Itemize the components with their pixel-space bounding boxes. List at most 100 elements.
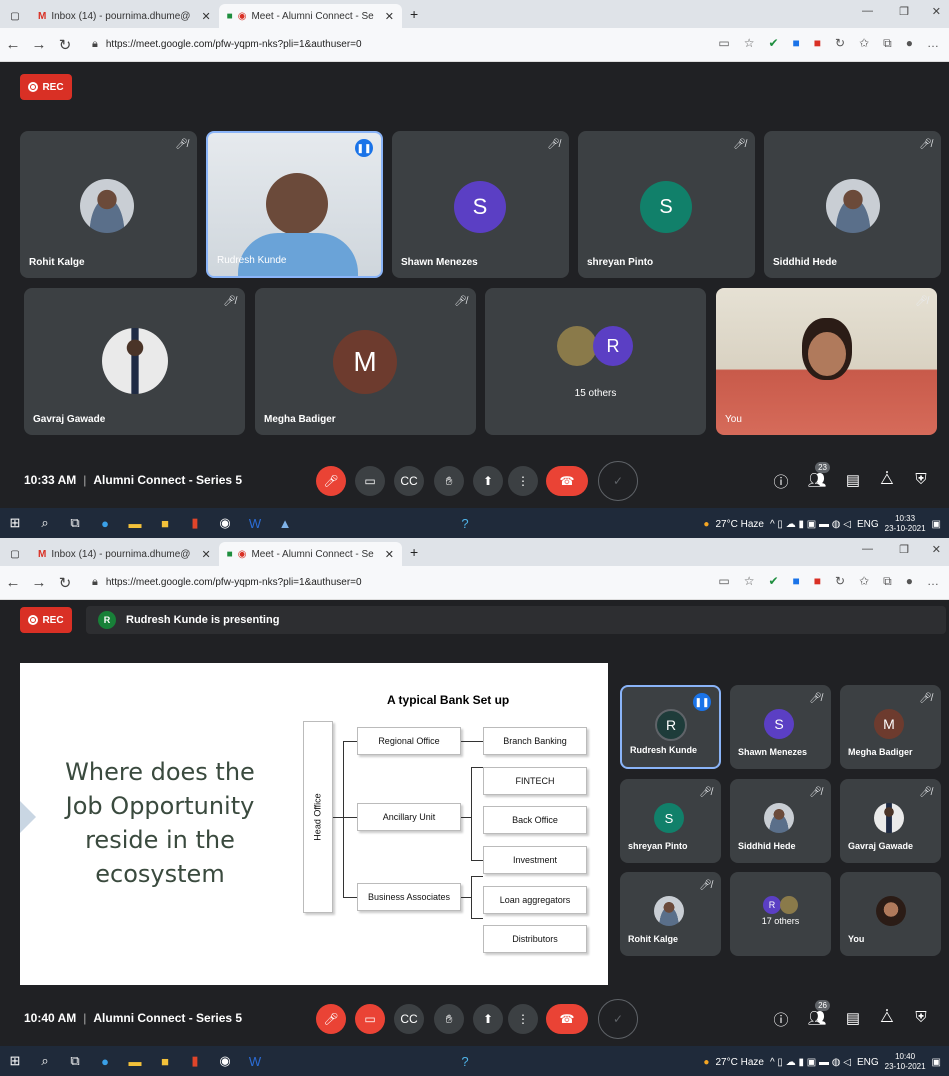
search-icon[interactable]: ⌕ bbox=[30, 1053, 60, 1069]
check-extension-icon[interactable]: ✔ bbox=[768, 36, 778, 51]
back-icon[interactable]: ← bbox=[0, 574, 26, 591]
edge-icon[interactable]: ● bbox=[90, 516, 120, 531]
chrome-icon[interactable]: ◉ bbox=[210, 515, 240, 531]
extra-button[interactable]: ✓ bbox=[598, 461, 638, 501]
profile-icon[interactable]: ● bbox=[906, 36, 913, 51]
minimize-icon[interactable]: — bbox=[862, 543, 873, 555]
close-tab-icon[interactable]: ✕ bbox=[201, 548, 210, 561]
favorite-icon[interactable]: ☆ bbox=[744, 574, 755, 589]
office-icon[interactable]: ▮ bbox=[180, 515, 210, 531]
clock[interactable]: 10:40 23-10-2021 bbox=[885, 1052, 926, 1072]
clock[interactable]: 10:33 23-10-2021 bbox=[885, 514, 926, 534]
participant-tile[interactable]: 🎤︎̸ Siddhid Hede bbox=[730, 779, 831, 863]
participant-tile[interactable]: 🎤︎̸ S shreyan Pinto bbox=[578, 131, 755, 278]
extension-icon[interactable]: ■ bbox=[814, 574, 821, 589]
people-icon[interactable]: 👥︎ 23 bbox=[806, 462, 830, 489]
camera-icon[interactable]: ▭ bbox=[718, 36, 729, 51]
participant-tile[interactable]: 🎤︎̸ Gavraj Gawade bbox=[24, 288, 245, 435]
tab-gmail[interactable]: M Inbox (14) - pournima.dhume@ ✕ bbox=[30, 542, 219, 566]
camera-button[interactable]: ▭ bbox=[355, 466, 385, 496]
tab-actions-icon[interactable]: ▢ bbox=[0, 549, 30, 560]
participant-tile[interactable]: 🎤︎̸ Rohit Kalge bbox=[620, 872, 721, 956]
tray-icons[interactable]: ^ ▯ ☁ ▮ ▣ ▬ ◍ ◁ bbox=[770, 519, 851, 530]
favorites-icon[interactable]: ✩ bbox=[859, 36, 869, 51]
file-explorer-icon[interactable]: ▬ bbox=[120, 516, 150, 531]
back-icon[interactable]: ← bbox=[0, 36, 26, 53]
task-view-icon[interactable]: ⧉ bbox=[60, 515, 90, 531]
help-icon[interactable]: ? bbox=[450, 516, 480, 531]
collections-icon[interactable]: ⧉ bbox=[883, 574, 892, 589]
participant-tile-speaking[interactable]: ❚❚ R Rudresh Kunde bbox=[620, 685, 721, 769]
camera-off-button[interactable]: ▭ bbox=[355, 1004, 385, 1034]
windows-icon[interactable]: ⊞ bbox=[0, 515, 30, 531]
profile-icon[interactable]: ● bbox=[906, 574, 913, 589]
activities-icon[interactable]: ⧊ bbox=[876, 471, 898, 488]
word-icon[interactable]: W bbox=[240, 516, 270, 531]
others-tile[interactable]: R 17 others bbox=[730, 872, 831, 956]
tab-meet[interactable]: ■ ◉ Meet - Alumni Connect - Se ✕ bbox=[218, 4, 402, 28]
sticky-notes-icon[interactable]: ■ bbox=[150, 1054, 180, 1069]
url-field[interactable]: https://meet.google.com/pfw-yqpm-nks?pli… bbox=[106, 39, 362, 50]
extension-icon[interactable]: ■ bbox=[793, 574, 800, 589]
office-icon[interactable]: ▮ bbox=[180, 1053, 210, 1069]
refresh-icon[interactable]: ↻ bbox=[52, 574, 78, 592]
help-icon[interactable]: ? bbox=[450, 1054, 480, 1069]
close-tab-icon[interactable]: ✕ bbox=[385, 548, 394, 561]
refresh-icon[interactable]: ↻ bbox=[52, 36, 78, 54]
info-icon[interactable]: ⓘ bbox=[770, 1009, 792, 1030]
participant-tile[interactable]: 🎤︎̸ S shreyan Pinto bbox=[620, 779, 721, 863]
participant-tile[interactable]: 🎤︎̸ M Megha Badiger bbox=[255, 288, 476, 435]
mic-off-button[interactable]: 🎤︎ bbox=[316, 466, 346, 496]
notifications-icon[interactable]: ▣ bbox=[932, 519, 941, 530]
leave-call-button[interactable]: ☎︎ bbox=[546, 1004, 588, 1034]
extension-icon[interactable]: ↻ bbox=[835, 574, 845, 589]
captions-button[interactable]: CC bbox=[394, 1004, 424, 1034]
captions-button[interactable]: CC bbox=[394, 466, 424, 496]
participant-tile[interactable]: 🎤︎̸ Gavraj Gawade bbox=[840, 779, 941, 863]
more-options-button[interactable]: ⋮ bbox=[508, 1004, 538, 1034]
sticky-notes-icon[interactable]: ■ bbox=[150, 516, 180, 531]
new-tab-button[interactable]: + bbox=[410, 6, 418, 22]
more-options-button[interactable]: ⋮ bbox=[508, 466, 538, 496]
present-button[interactable]: ⬆ bbox=[473, 466, 503, 496]
extra-button[interactable]: ✓ bbox=[598, 999, 638, 1039]
search-icon[interactable]: ⌕ bbox=[30, 515, 60, 531]
more-icon[interactable]: … bbox=[927, 36, 939, 51]
more-icon[interactable]: … bbox=[927, 574, 939, 589]
restore-icon[interactable]: ❐ bbox=[899, 5, 909, 18]
camera-icon[interactable]: ▭ bbox=[718, 574, 729, 589]
file-explorer-icon[interactable]: ▬ bbox=[120, 1054, 150, 1069]
tab-gmail[interactable]: M Inbox (14) - pournima.dhume@ ✕ bbox=[30, 4, 219, 28]
close-window-icon[interactable]: ✕ bbox=[932, 5, 941, 18]
favorites-icon[interactable]: ✩ bbox=[859, 574, 869, 589]
photos-icon[interactable]: ▲ bbox=[270, 516, 300, 531]
participant-tile[interactable]: 🎤︎̸ S Shawn Menezes bbox=[730, 685, 831, 769]
extension-icon[interactable]: ↻ bbox=[835, 36, 845, 51]
others-tile[interactable]: R 15 others bbox=[485, 288, 706, 435]
notifications-icon[interactable]: ▣ bbox=[932, 1057, 941, 1068]
extension-icon[interactable]: ■ bbox=[793, 36, 800, 51]
participant-tile[interactable]: 🎤︎̸ S Shawn Menezes bbox=[392, 131, 569, 278]
raise-hand-button[interactable]: ✋︎ bbox=[434, 466, 464, 496]
participant-tile[interactable]: 🎤︎̸ M Megha Badiger bbox=[840, 685, 941, 769]
chat-icon[interactable]: ▤ bbox=[842, 471, 864, 489]
tab-meet[interactable]: ■ ◉ Meet - Alumni Connect - Se ✕ bbox=[218, 542, 402, 566]
people-icon[interactable]: 👥︎ 26 bbox=[806, 1000, 830, 1027]
url-field[interactable]: https://meet.google.com/pfw-yqpm-nks?pli… bbox=[106, 577, 362, 588]
favorite-icon[interactable]: ☆ bbox=[744, 36, 755, 51]
edge-icon[interactable]: ● bbox=[90, 1054, 120, 1069]
chrome-icon[interactable]: ◉ bbox=[210, 1053, 240, 1069]
host-controls-icon[interactable]: ⛨ bbox=[910, 1009, 932, 1026]
close-tab-icon[interactable]: ✕ bbox=[385, 10, 394, 23]
word-icon[interactable]: W bbox=[240, 1054, 270, 1069]
new-tab-button[interactable]: + bbox=[410, 544, 418, 560]
present-button[interactable]: ⬆ bbox=[473, 1004, 503, 1034]
check-extension-icon[interactable]: ✔ bbox=[768, 574, 778, 589]
activities-icon[interactable]: ⧊ bbox=[876, 1009, 898, 1026]
task-view-icon[interactable]: ⧉ bbox=[60, 1053, 90, 1069]
raise-hand-button[interactable]: ✋︎ bbox=[434, 1004, 464, 1034]
participant-tile[interactable]: 🎤︎̸ Rohit Kalge bbox=[20, 131, 197, 278]
close-tab-icon[interactable]: ✕ bbox=[201, 10, 210, 23]
extension-icon[interactable]: ■ bbox=[814, 36, 821, 51]
chat-icon[interactable]: ▤ bbox=[842, 1009, 864, 1027]
